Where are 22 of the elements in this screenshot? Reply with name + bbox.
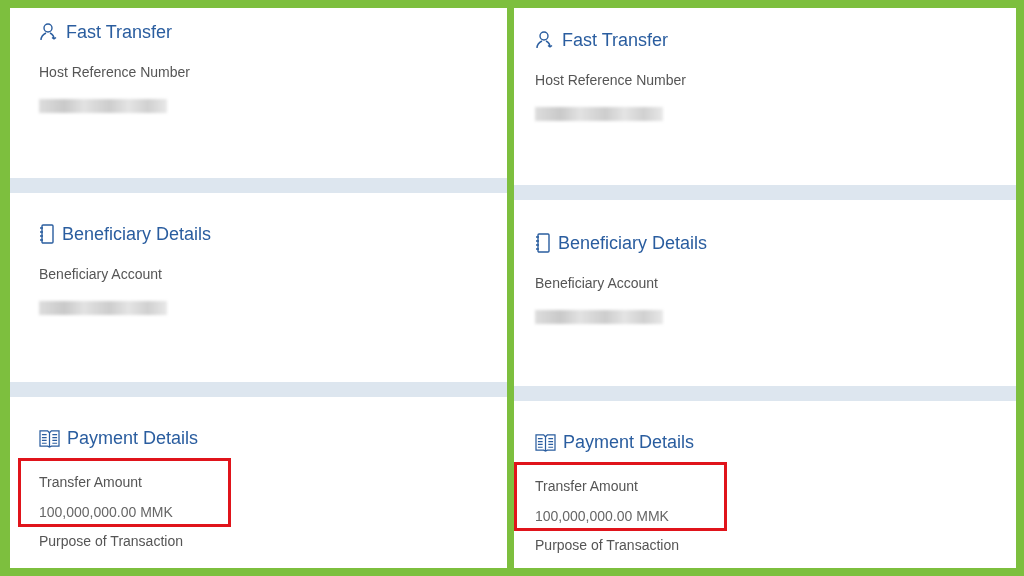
notebook-icon bbox=[39, 224, 54, 244]
field-label: Host Reference Number bbox=[535, 72, 686, 88]
notebook-icon bbox=[535, 233, 550, 253]
person-icon bbox=[536, 31, 553, 49]
field-value: 100,000,000.00 MMK bbox=[39, 504, 173, 520]
person-icon bbox=[40, 23, 57, 41]
field-label: Purpose of Transaction bbox=[39, 533, 183, 549]
section-title: Beneficiary Details bbox=[62, 223, 212, 245]
section-title: Fast Transfer bbox=[562, 29, 669, 51]
field-label: Transfer Amount bbox=[535, 478, 639, 494]
book-icon bbox=[39, 429, 60, 448]
field-label: Beneficiary Account bbox=[39, 266, 163, 282]
section-title: Beneficiary Details bbox=[558, 232, 708, 254]
field-label: Host Reference Number bbox=[39, 64, 190, 80]
section-title: Fast Transfer bbox=[66, 21, 173, 43]
field-label: Transfer Amount bbox=[39, 474, 143, 490]
section-title: Payment Details bbox=[67, 427, 199, 449]
field-value: 100,000,000.00 MMK bbox=[535, 508, 669, 524]
field-label: Purpose of Transaction bbox=[535, 537, 679, 553]
section-title: Payment Details bbox=[563, 431, 695, 453]
field-label: Beneficiary Account bbox=[535, 275, 659, 291]
book-icon bbox=[535, 433, 556, 452]
